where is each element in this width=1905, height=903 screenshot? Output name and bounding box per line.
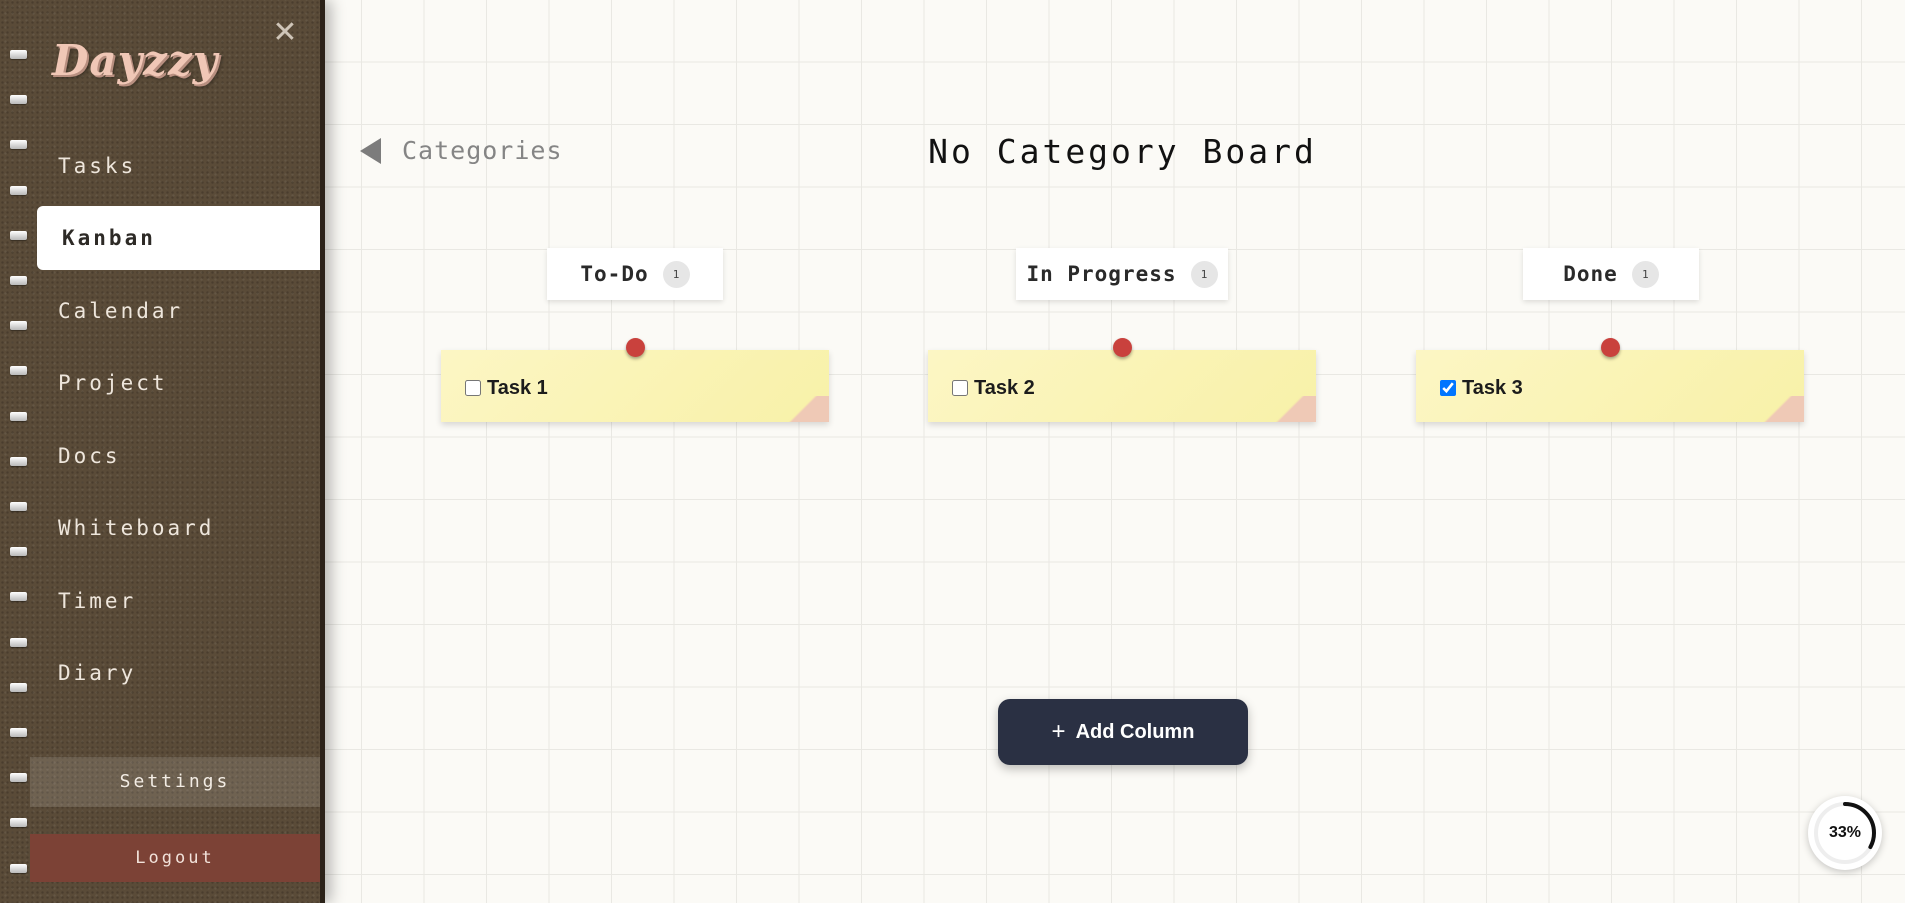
- task-title: Task 2: [974, 377, 1035, 399]
- binder-ring: [10, 230, 27, 240]
- logout-button[interactable]: Logout: [30, 834, 320, 882]
- task-card[interactable]: Task 3: [1416, 338, 1804, 422]
- app-logo: Dayzzy: [52, 36, 219, 85]
- pin-icon: [626, 338, 645, 357]
- add-column-button[interactable]: + Add Column: [998, 699, 1248, 765]
- task-title: Task 1: [487, 377, 548, 399]
- binder-ring: [10, 818, 27, 828]
- task-checkbox[interactable]: [1440, 380, 1456, 396]
- binder-ring: [10, 411, 27, 421]
- binder-ring: [10, 50, 27, 59]
- pin-icon: [1601, 338, 1620, 357]
- progress-ring[interactable]: 33%: [1808, 796, 1882, 870]
- column-title: To-Do: [580, 262, 649, 286]
- column-header-in-progress[interactable]: In Progress 1: [1016, 248, 1228, 300]
- task-checkbox[interactable]: [952, 380, 968, 396]
- sidebar-item-diary[interactable]: Diary: [58, 653, 136, 693]
- sidebar-item-whiteboard[interactable]: Whiteboard: [58, 508, 214, 548]
- binder-ring: [10, 637, 27, 647]
- pin-icon: [1113, 338, 1132, 357]
- binder-ring: [10, 321, 27, 331]
- page-curl-decoration: [1264, 396, 1316, 422]
- binder-ring: [10, 502, 27, 511]
- sidebar-item-timer[interactable]: Timer: [58, 581, 136, 621]
- sidebar-item-docs[interactable]: Docs: [58, 436, 121, 476]
- binder-ring: [10, 276, 27, 285]
- binder-ring: [10, 592, 27, 602]
- binder-ring: [10, 682, 27, 692]
- binder-ring: [10, 456, 27, 466]
- plus-icon: +: [1051, 718, 1066, 745]
- progress-percent: 33%: [1828, 824, 1862, 841]
- column-count-badge: 1: [662, 260, 690, 288]
- column-header-todo[interactable]: To-Do 1: [547, 248, 723, 300]
- sidebar-item-calendar[interactable]: Calendar: [58, 291, 183, 331]
- column-count-badge: 1: [1190, 260, 1218, 288]
- task-title: Task 3: [1462, 377, 1523, 399]
- binder-ring: [10, 366, 27, 376]
- page-title: No Category Board: [928, 132, 1317, 171]
- binder-ring: [10, 185, 27, 195]
- column-count-badge: 1: [1631, 260, 1659, 288]
- binder-ring: [10, 728, 27, 737]
- close-sidebar-icon[interactable]: ✕: [270, 18, 300, 48]
- add-column-label: Add Column: [1075, 720, 1195, 743]
- column-title: In Progress: [1026, 262, 1177, 286]
- binder-ring: [10, 863, 27, 873]
- column-title: Done: [1563, 262, 1618, 286]
- task-card[interactable]: Task 1: [441, 338, 829, 422]
- sidebar-item-kanban[interactable]: Kanban: [37, 206, 320, 270]
- sidebar-item-project[interactable]: Project: [58, 363, 168, 403]
- settings-button[interactable]: Settings: [30, 757, 320, 807]
- binder-ring: [10, 773, 27, 783]
- column-header-done[interactable]: Done 1: [1523, 248, 1699, 300]
- binder-ring: [10, 95, 27, 105]
- binder-ring: [10, 547, 27, 557]
- task-checkbox[interactable]: [465, 380, 481, 396]
- page-curl-decoration: [777, 396, 829, 422]
- task-card[interactable]: Task 2: [928, 338, 1316, 422]
- page-curl-decoration: [1752, 396, 1804, 422]
